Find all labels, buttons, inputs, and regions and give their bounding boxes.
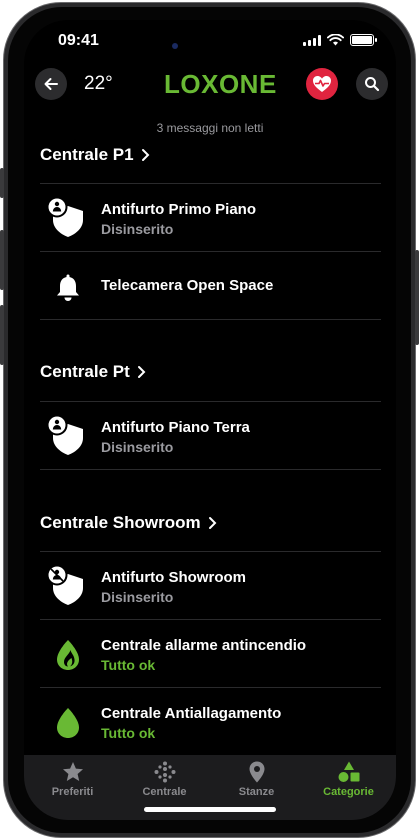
chevron-right-icon <box>137 366 146 378</box>
item-status: Disinserito <box>101 221 174 237</box>
unread-messages-notice[interactable]: 3 messaggi non letti <box>24 121 396 135</box>
list-item-antifurto-showroom[interactable]: Antifurto Showroom Disinserito <box>40 552 381 619</box>
item-status: Disinserito <box>101 589 174 605</box>
tab-stanze[interactable]: Stanze <box>210 759 303 798</box>
section-header-centrale-pt[interactable]: Centrale Pt <box>40 362 148 382</box>
app-logo: LOXONE <box>164 69 277 99</box>
shield-person-off-icon <box>46 564 83 605</box>
search-button[interactable] <box>356 68 388 100</box>
home-indicator[interactable] <box>144 807 276 812</box>
battery-icon <box>350 34 377 46</box>
item-title: Antifurto Piano Terra <box>101 419 250 436</box>
signal-icon <box>303 34 321 46</box>
tab-centrale[interactable]: Centrale <box>118 759 211 798</box>
location-pin-icon <box>249 761 264 783</box>
status-time: 09:41 <box>58 32 99 49</box>
item-title: Antifurto Showroom <box>101 569 246 586</box>
chevron-right-icon <box>208 517 217 529</box>
list-item-centrale-antiallagamento[interactable]: Centrale Antiallagamento Tutto ok <box>40 688 381 755</box>
app-header: 22° LOXONE <box>24 66 396 106</box>
dynamic-island <box>142 30 266 64</box>
item-status: Tutto ok <box>101 725 156 741</box>
shield-person-icon <box>46 414 83 455</box>
fire-drop-icon <box>57 640 79 670</box>
item-title: Telecamera Open Space <box>101 277 274 294</box>
section-title: Centrale Pt <box>40 362 130 381</box>
app-screen: 09:41 22° LOXONE 3 messaggi non letti Ce… <box>24 20 396 820</box>
section-title: Centrale Showroom <box>40 513 201 532</box>
shield-person-icon <box>46 196 83 237</box>
tab-label: Preferiti <box>51 786 94 798</box>
camera-dot <box>172 43 178 49</box>
tab-categorie[interactable]: Categorie <box>302 759 395 798</box>
item-title: Antifurto Primo Piano <box>101 201 256 218</box>
list-item-antifurto-primo-piano[interactable]: Antifurto Primo Piano Disinserito <box>40 184 381 251</box>
heart-pulse-icon <box>313 76 331 92</box>
mute-switch <box>0 168 4 198</box>
power-button <box>415 250 419 345</box>
back-button[interactable] <box>35 68 67 100</box>
health-button[interactable] <box>306 68 338 100</box>
arrow-left-icon <box>44 78 58 90</box>
divider <box>40 469 381 470</box>
chevron-right-icon <box>141 149 149 161</box>
item-title: Centrale allarme antincendio <box>101 637 307 654</box>
section-header-centrale-p1[interactable]: Centrale P1 <box>40 145 152 165</box>
tab-label: Stanze <box>238 786 275 798</box>
tab-preferiti[interactable]: Preferiti <box>26 759 119 798</box>
section-header-centrale-showroom[interactable]: Centrale Showroom <box>40 513 219 533</box>
item-status: Disinserito <box>101 439 174 455</box>
tab-label: Categorie <box>323 786 374 798</box>
list-item-centrale-allarme-antincendio[interactable]: Centrale allarme antincendio Tutto ok <box>40 620 381 687</box>
list-item-telecamera-open-space[interactable]: Telecamera Open Space <box>40 252 381 319</box>
bell-icon <box>57 274 79 301</box>
search-icon <box>365 77 380 92</box>
status-icons <box>303 34 377 46</box>
list-item-antifurto-piano-terra[interactable]: Antifurto Piano Terra Disinserito <box>40 402 381 469</box>
star-icon <box>62 762 83 781</box>
section-title: Centrale P1 <box>40 145 134 164</box>
divider <box>40 319 381 320</box>
item-status: Tutto ok <box>101 657 156 673</box>
shapes-icon <box>338 761 359 782</box>
item-title: Centrale Antiallagamento <box>101 705 282 722</box>
water-drop-icon <box>57 708 79 738</box>
temperature-readout[interactable]: 22° <box>84 73 113 95</box>
volume-down-button <box>0 305 4 365</box>
wifi-icon <box>327 34 344 46</box>
volume-up-button <box>0 230 4 290</box>
tab-label: Centrale <box>142 786 187 798</box>
dots-icon <box>154 761 175 783</box>
